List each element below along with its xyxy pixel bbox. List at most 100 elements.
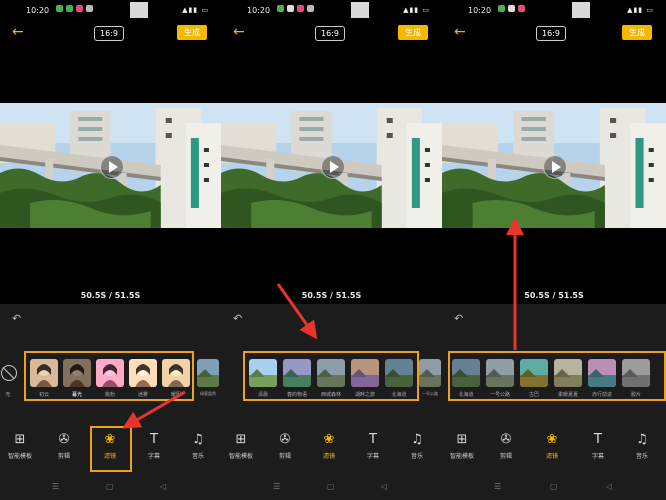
text-icon: T (150, 432, 158, 447)
tool-label: 音乐 (191, 453, 204, 460)
generate-button[interactable]: 生成 (177, 25, 207, 40)
menu-icon[interactable]: ☰ (273, 482, 280, 491)
undo-icon[interactable]: ↶ (233, 312, 242, 325)
tool-subtitle[interactable]: T 字幕 (134, 432, 174, 460)
filter-strip: 无 初云 暮光 桃粉 迷雾 暖阳 绿意盎然 (0, 351, 221, 405)
tool-filter[interactable]: ❀ 滤镜 (309, 432, 349, 460)
none-icon (1, 365, 17, 381)
back-icon[interactable]: ◁ (160, 482, 166, 491)
top-bar: ← 16:9 生成 (0, 22, 221, 44)
tool-edit[interactable]: ✇ 剪辑 (265, 432, 305, 460)
aspect-ratio-button[interactable]: 16:9 (536, 26, 566, 41)
tool-label: 音乐 (410, 453, 423, 460)
duration-label: 50.5S / 51.5S (301, 291, 362, 300)
tool-smart-template[interactable]: ⊞ 智能模板 (0, 432, 40, 460)
menu-icon[interactable]: ☰ (494, 482, 501, 491)
redacted-area (351, 2, 369, 18)
top-bar: ← 16:9 生成 (442, 22, 666, 44)
screen-panel-1: 10:20 ▲▮▮ ▭ ← 16:9 生成 50.5S / 51.5S ↶ 无 … (0, 0, 221, 500)
undo-icon[interactable]: ↶ (454, 312, 463, 325)
toolbar: ⊞ 智能模板 ✇ 剪辑 ❀ 滤镜 T 字幕 ♫ 音乐 (0, 426, 221, 472)
home-icon[interactable]: ▢ (327, 482, 335, 491)
tool-smart-template[interactable]: ⊞ 智能模板 (221, 432, 261, 460)
play-icon[interactable] (543, 154, 567, 179)
grid-icon: ⊞ (456, 432, 468, 447)
duration-label: 50.5S / 51.5S (80, 291, 141, 300)
play-icon[interactable] (99, 154, 124, 179)
tool-label: 剪辑 (278, 453, 291, 460)
music-icon: ♫ (192, 432, 204, 447)
duration-label: 50.5S / 51.5S (524, 291, 584, 300)
tool-filter[interactable]: ❀ 滤镜 (532, 432, 572, 460)
filter-label: 一号公路 (422, 391, 438, 396)
filter-none-label: 无 (5, 392, 11, 398)
top-bar: ← 16:9 生成 (221, 22, 442, 44)
back-arrow-icon[interactable]: ← (233, 24, 245, 40)
redacted-area (572, 2, 590, 18)
filter-item[interactable]: 绿意盎然 (197, 359, 219, 397)
tool-smart-template[interactable]: ⊞ 智能模板 (442, 432, 482, 460)
notification-icons (277, 5, 314, 12)
filter-icon: ❀ (546, 432, 558, 447)
aspect-ratio-button[interactable]: 16:9 (94, 26, 124, 41)
editor-panel: ↶ 北海道 一号公路 古巴 柔暖夏夏 赤行前进 胶片 ⊞ 智能模板 ✇ 剪辑 ❀ 滤镜… (442, 304, 666, 500)
highlight-box (448, 351, 666, 401)
back-arrow-icon[interactable]: ← (12, 24, 24, 40)
screen-panel-3: 10:20 ▲▮▮ ▭ ← 16:9 生成 50.5S / 51.5S ↶ 北海… (442, 0, 666, 500)
tool-label: 滤镜 (322, 453, 335, 460)
tool-edit[interactable]: ✇ 剪辑 (486, 432, 526, 460)
tool-label: 滤镜 (545, 453, 558, 460)
generate-button[interactable]: 生成 (622, 25, 652, 40)
tool-label: 字幕 (591, 453, 604, 460)
tool-music[interactable]: ♫ 音乐 (622, 432, 662, 460)
music-icon: ♫ (411, 432, 423, 447)
editor-panel: ↶ 无 初云 暮光 桃粉 迷雾 暖阳 绿意盎然 ⊞ 智能模板 ✇ 剪辑 ❀ 滤镜 T字… (0, 304, 221, 500)
tool-edit[interactable]: ✇ 剪辑 (44, 432, 84, 460)
back-arrow-icon[interactable]: ← (454, 24, 466, 40)
home-icon[interactable]: ▢ (550, 482, 558, 491)
filter-strip: 清晨 春的物语 西城森林 湖畔之旅 北海道 一号公路 (221, 351, 442, 405)
music-icon: ♫ (636, 432, 648, 447)
filter-label: 绿意盎然 (200, 391, 216, 396)
tool-subtitle[interactable]: T 字幕 (578, 432, 618, 460)
video-preview[interactable] (0, 103, 221, 228)
status-bar: 10:20 ▲▮▮ ▭ (221, 0, 442, 18)
tool-label: 字幕 (147, 453, 160, 460)
video-preview[interactable] (221, 103, 442, 228)
text-icon: T (594, 432, 602, 447)
tool-music[interactable]: ♫ 音乐 (397, 432, 437, 460)
filter-item[interactable]: 一号公路 (419, 359, 441, 397)
status-time: 10:20 (247, 6, 271, 15)
redacted-area (130, 2, 148, 18)
tool-music[interactable]: ♫ 音乐 (178, 432, 218, 460)
filter-strip: 北海道 一号公路 古巴 柔暖夏夏 赤行前进 胶片 (442, 351, 666, 405)
filter-icon: ❀ (323, 432, 335, 447)
grid-icon: ⊞ (235, 432, 247, 447)
tool-subtitle[interactable]: T 字幕 (353, 432, 393, 460)
tool-label: 智能模板 (228, 453, 253, 460)
editor-panel: ↶ 清晨 春的物语 西城森林 湖畔之旅 北海道 一号公路 ⊞ 智能模板 ✇ 剪辑 ❀… (221, 304, 442, 500)
toolbar: ⊞ 智能模板 ✇ 剪辑 ❀ 滤镜 T 字幕 ♫ 音乐 (221, 432, 442, 472)
generate-button[interactable]: 生成 (398, 25, 428, 40)
highlight-box (90, 426, 132, 472)
notification-icons (56, 5, 93, 12)
menu-icon[interactable]: ☰ (52, 482, 59, 491)
signal-battery-icon: ▲▮▮ ▭ (403, 6, 430, 14)
system-nav-bar: ☰ ▢ ◁ (442, 482, 666, 492)
status-bar: 10:20 ▲▮▮ ▭ (0, 0, 221, 18)
signal-battery-icon: ▲▮▮ ▭ (182, 6, 209, 14)
screen-panel-2: 10:20 ▲▮▮ ▭ ← 16:9 生成 50.5S / 51.5S ↶ 清晨… (221, 0, 442, 500)
play-icon[interactable] (320, 154, 345, 179)
film-reel-icon: ✇ (58, 432, 70, 447)
video-preview[interactable] (442, 103, 666, 228)
back-icon[interactable]: ◁ (381, 482, 387, 491)
undo-icon[interactable]: ↶ (12, 312, 21, 325)
status-time: 10:20 (26, 6, 50, 15)
film-reel-icon: ✇ (500, 432, 512, 447)
home-icon[interactable]: ▢ (106, 482, 114, 491)
tool-label: 字幕 (366, 453, 379, 460)
back-icon[interactable]: ◁ (606, 482, 612, 491)
aspect-ratio-button[interactable]: 16:9 (315, 26, 345, 41)
filter-none[interactable]: 无 (0, 359, 17, 398)
tool-label: 音乐 (635, 453, 648, 460)
